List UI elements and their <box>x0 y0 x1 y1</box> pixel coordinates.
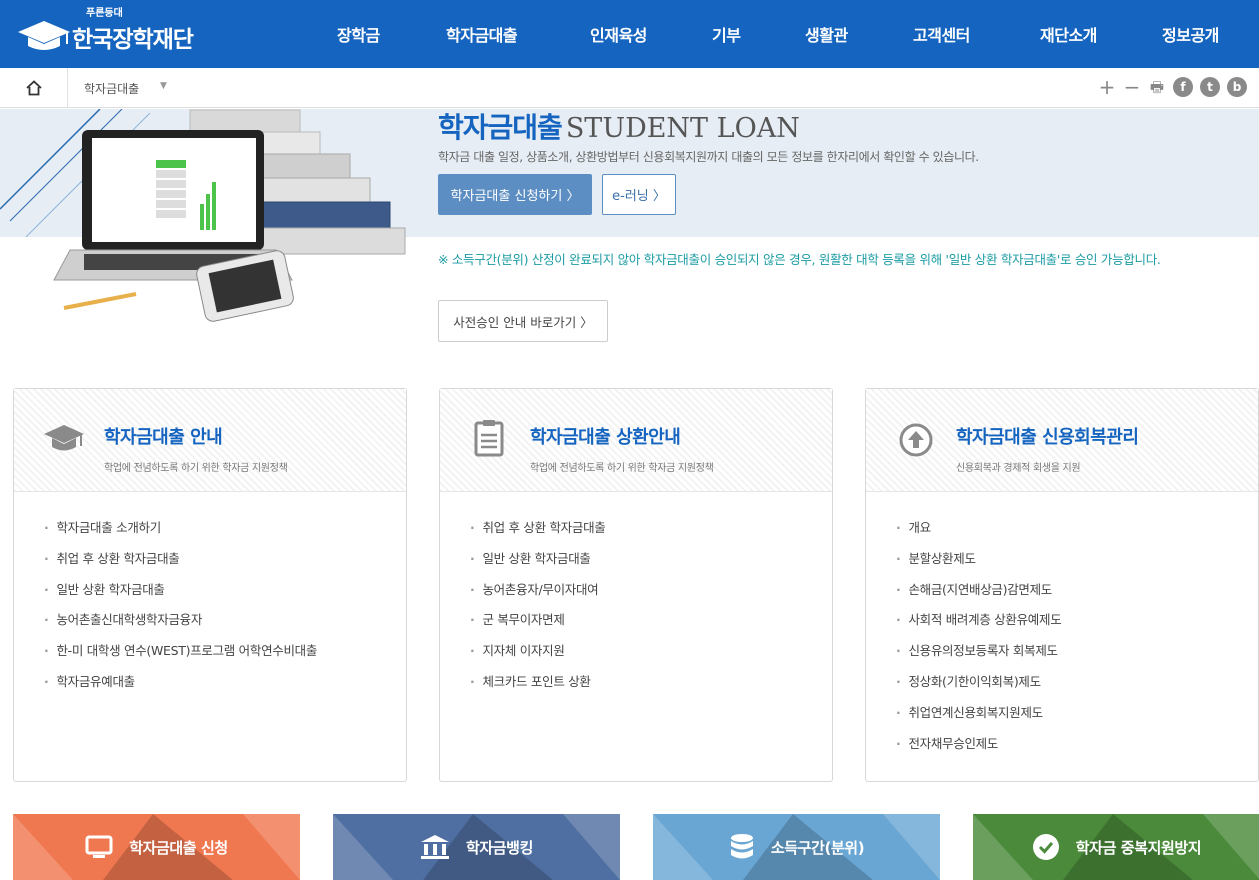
page-tools: + − 🖶 f t b <box>1098 77 1247 97</box>
nav-about[interactable]: 재단소개 <box>1040 22 1097 46</box>
list-item[interactable]: 농어촌융자/무이자대여 <box>470 579 605 610</box>
top-header: 푸른등대 한국장학재단 장학금 학자금대출 인재육성 기부 생활관 고객센터 재… <box>0 0 1259 68</box>
list-item[interactable]: 취업연계신용회복지원제도 <box>896 702 1061 733</box>
card-header: 학자금대출 안내 학업에 전념하도록 하기 위한 학자금 지원정책 <box>14 389 406 492</box>
pre-approval-button[interactable]: 사전승인 안내 바로가기 〉 <box>438 300 608 342</box>
list-item[interactable]: 분할상환제도 <box>896 548 1061 579</box>
twitter-icon[interactable]: t <box>1200 77 1220 97</box>
nav-donation[interactable]: 기부 <box>712 22 741 46</box>
logo-tagline: 푸른등대 <box>86 8 123 19</box>
list-item[interactable]: 전자채무승인제도 <box>896 733 1061 764</box>
graduation-cap-logo-icon <box>18 21 70 50</box>
hero-description: 학자금 대출 일정, 상품소개, 상환방법부터 신용회복지원까지 대출의 모든 … <box>438 150 979 164</box>
breadcrumb-current[interactable]: 학자금대출 <box>84 80 139 97</box>
zoom-in-icon[interactable]: + <box>1098 77 1116 97</box>
breadcrumb-bar: 학자금대출 ▼ + − 🖶 f t b <box>0 68 1259 108</box>
monitor-icon <box>85 835 113 858</box>
list-item[interactable]: 일반 상환 학자금대출 <box>470 548 605 579</box>
card-loan-guide: 학자금대출 안내 학업에 전념하도록 하기 위한 학자금 지원정책 학자금대출 … <box>13 388 407 782</box>
list-item[interactable]: 학자금유예대출 <box>44 671 317 702</box>
clipboard-icon <box>474 420 504 457</box>
laptop-books-illustration <box>53 109 406 322</box>
nav-scholarship[interactable]: 장학금 <box>337 22 380 46</box>
blog-icon[interactable]: b <box>1227 77 1247 97</box>
card-title[interactable]: 학자금대출 안내 <box>104 423 223 449</box>
card-title[interactable]: 학자금대출 신용회복관리 <box>956 423 1139 449</box>
page-title-english: STUDENT LOAN <box>565 113 800 144</box>
nav-student-loan[interactable]: 학자금대출 <box>446 22 518 46</box>
nav-customer-center[interactable]: 고객센터 <box>913 22 970 46</box>
card-header: 학자금대출 상환안내 학업에 전념하도록 하기 위한 학자금 지원정책 <box>440 389 832 492</box>
nav-public-info[interactable]: 정보공개 <box>1162 22 1219 46</box>
list-item[interactable]: 농어촌출신대학생학자금융자 <box>44 609 317 640</box>
tile-label: 학자금뱅킹 <box>465 838 533 857</box>
home-button[interactable] <box>0 68 68 108</box>
tile-income-bracket[interactable]: 소득구간(분위) <box>653 814 940 880</box>
page-title: 학자금대출 STUDENT LOAN <box>438 106 800 146</box>
bank-icon <box>420 835 449 859</box>
card-links: 취업 후 상환 학자금대출 일반 상환 학자금대출 농어촌융자/무이자대여 군 … <box>470 517 605 702</box>
list-item[interactable]: 정상화(기한이익회복)제도 <box>896 671 1061 702</box>
logo[interactable] <box>16 10 72 60</box>
check-circle-icon <box>1032 834 1059 860</box>
print-icon[interactable]: 🖶 <box>1148 77 1166 97</box>
list-item[interactable]: 체크카드 포인트 상환 <box>470 671 605 702</box>
card-subtitle: 학업에 전념하도록 하기 위한 학자금 지원정책 <box>104 463 288 474</box>
tile-label: 학자금대출 신청 <box>129 838 228 857</box>
database-icon <box>730 834 753 859</box>
list-item[interactable]: 신용유의정보등록자 회복제도 <box>896 640 1061 671</box>
facebook-icon[interactable]: f <box>1173 77 1193 97</box>
list-item[interactable]: 지자체 이자지원 <box>470 640 605 671</box>
card-links: 개요 분할상환제도 손해금(지연배상금)감면제도 사회적 배려계층 상환유예제도… <box>896 517 1061 763</box>
tile-loan-banking[interactable]: 학자금뱅킹 <box>333 814 620 880</box>
nav-talent-development[interactable]: 인재육성 <box>590 22 647 46</box>
list-item[interactable]: 군 복무이자면제 <box>470 609 605 640</box>
card-links: 학자금대출 소개하기 취업 후 상환 학자금대출 일반 상환 학자금대출 농어촌… <box>44 517 317 702</box>
list-item[interactable]: 손해금(지연배상금)감면제도 <box>896 579 1061 610</box>
zoom-out-icon[interactable]: − <box>1123 77 1141 97</box>
notice-text: ※ 소득구간(분위) 산정이 완료되지 않아 학자금대출이 승인되지 않은 경우… <box>438 252 1161 267</box>
graduation-cap-icon <box>44 425 84 451</box>
card-subtitle: 학업에 전념하도록 하기 위한 학자금 지원정책 <box>530 463 714 474</box>
logo-text[interactable]: 한국장학재단 <box>72 20 194 54</box>
tile-duplicate-prevention[interactable]: 학자금 중복지원방지 <box>973 814 1259 880</box>
card-credit-recovery: 학자금대출 신용회복관리 신용회복과 경제적 회생을 지원 개요 분할상환제도 … <box>865 388 1259 782</box>
card-repayment-guide: 학자금대출 상환안내 학업에 전념하도록 하기 위한 학자금 지원정책 취업 후… <box>439 388 833 782</box>
nav-dormitory[interactable]: 생활관 <box>805 22 848 46</box>
list-item[interactable]: 일반 상환 학자금대출 <box>44 579 317 610</box>
arrow-up-circle-icon <box>899 423 933 457</box>
list-item[interactable]: 취업 후 상환 학자금대출 <box>470 517 605 548</box>
card-title[interactable]: 학자금대출 상환안내 <box>530 423 681 449</box>
page-title-korean: 학자금대출 <box>438 111 563 144</box>
chevron-down-icon[interactable]: ▼ <box>160 81 167 91</box>
list-item[interactable]: 개요 <box>896 517 1061 548</box>
tile-label: 소득구간(분위) <box>770 838 865 857</box>
tile-label: 학자금 중복지원방지 <box>1075 838 1202 857</box>
list-item[interactable]: 사회적 배려계층 상환유예제도 <box>896 609 1061 640</box>
home-icon <box>25 80 42 96</box>
card-subtitle: 신용회복과 경제적 회생을 지원 <box>956 463 1081 474</box>
tile-loan-application[interactable]: 학자금대출 신청 <box>13 814 300 880</box>
apply-loan-button[interactable]: 학자금대출 신청하기 〉 <box>438 174 592 215</box>
list-item[interactable]: 학자금대출 소개하기 <box>44 517 317 548</box>
list-item[interactable]: 취업 후 상환 학자금대출 <box>44 548 317 579</box>
card-header: 학자금대출 신용회복관리 신용회복과 경제적 회생을 지원 <box>866 389 1258 492</box>
list-item[interactable]: 한-미 대학생 연수(WEST)프로그램 어학연수비대출 <box>44 640 317 671</box>
elearning-button[interactable]: e-러닝 〉 <box>602 174 676 215</box>
main-nav: 장학금 학자금대출 인재육성 기부 생활관 고객센터 재단소개 정보공개 <box>300 0 1259 68</box>
